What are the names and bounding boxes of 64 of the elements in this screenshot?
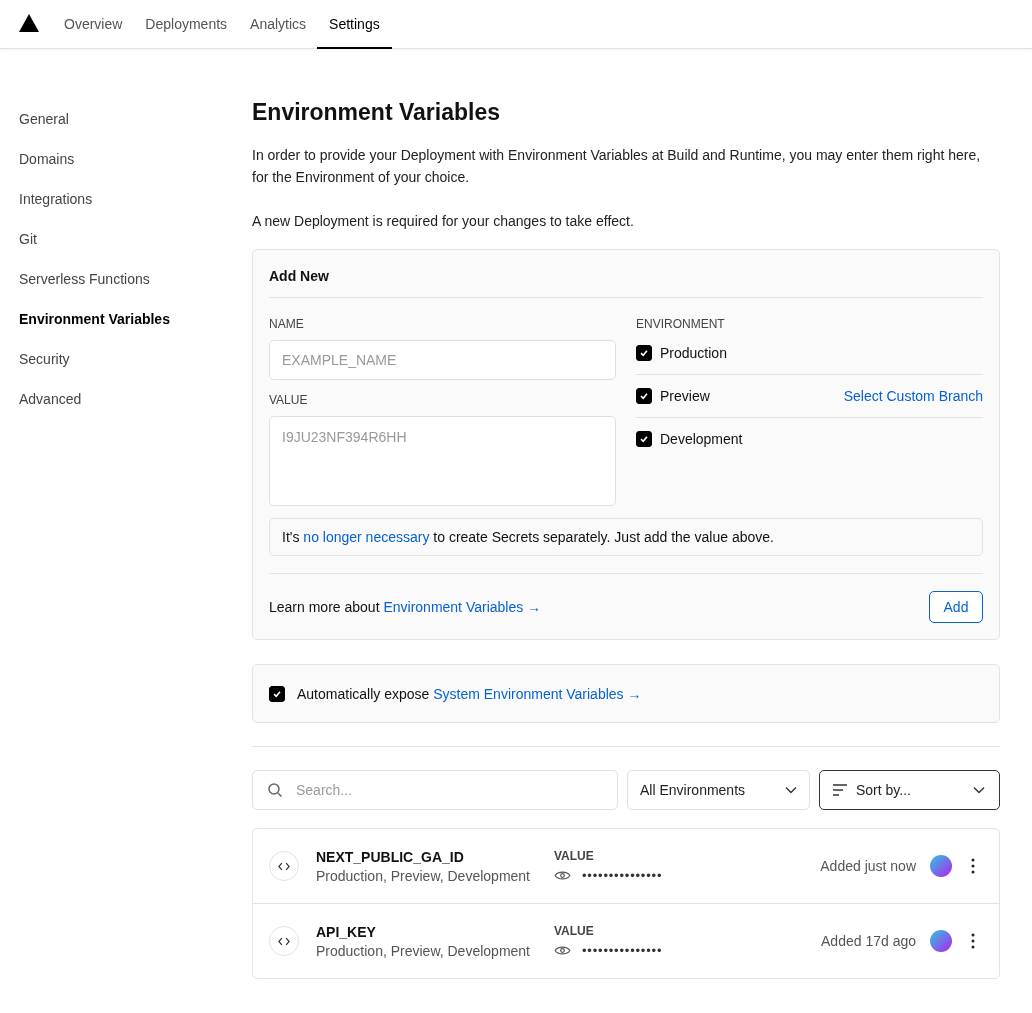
avatar [930, 930, 952, 952]
sidebar-item[interactable]: Advanced [19, 388, 252, 428]
secrets-notice: It's no longer necessary to create Secrets separately. Just add the value above. [269, 518, 983, 556]
checkbox[interactable] [636, 388, 652, 404]
sidebar-item[interactable]: Serverless Functions [19, 268, 252, 308]
checkmark-icon [639, 434, 649, 444]
checkmark-icon [272, 688, 282, 699]
checkbox-label: Production [660, 345, 727, 361]
sidebar-item[interactable]: Domains [19, 148, 252, 188]
checkbox-label: Development [660, 431, 743, 447]
variable-name: NEXT_PUBLIC_GA_ID [316, 848, 465, 865]
expose-label: Automatically expose System Environment Variables → [297, 685, 642, 702]
chevron-down-icon [973, 786, 985, 794]
docs-link[interactable]: Environment Variables → [383, 599, 542, 615]
more-options-icon[interactable] [971, 933, 975, 949]
name-input-field[interactable]: EXAMPLE_NAME [269, 340, 616, 380]
eye-icon[interactable] [554, 945, 571, 956]
deployment-note: A new Deployment is required for your changes to take effect. [252, 212, 635, 231]
add-button[interactable]: Add [929, 591, 983, 623]
system-vars-link[interactable]: System Environment Variables → [433, 685, 642, 702]
checkbox[interactable] [636, 345, 652, 361]
more-options-icon[interactable] [971, 858, 975, 874]
masked-value: ••••••••••••••• [582, 943, 663, 958]
sidebar-item[interactable]: Integrations [19, 188, 252, 228]
environment-dropdown[interactable]: All Environments [627, 770, 810, 810]
sidebar-item[interactable]: Security [19, 348, 252, 388]
added-time: Added just now [820, 858, 916, 874]
nav-tab[interactable]: Analytics [238, 0, 319, 49]
chevron-down-icon [785, 786, 797, 794]
field-label: VALUE [269, 393, 309, 407]
page-title: Environment Variables [252, 99, 501, 126]
field-label: ENVIRONMENT [636, 317, 726, 331]
value-label: VALUE [554, 924, 595, 938]
checkmark-icon [639, 391, 649, 401]
eye-icon[interactable] [554, 870, 571, 881]
sidebar-item[interactable]: General [19, 108, 252, 148]
select-branch-link[interactable]: Select Custom Branch [843, 388, 983, 404]
learn-more-text: Learn more about Environment Variables → [269, 599, 542, 615]
variable-environments: Production, Preview, Development [316, 867, 531, 884]
variable-name: API_KEY [316, 923, 377, 940]
checkbox[interactable] [636, 431, 652, 447]
nav-tab[interactable]: Overview [52, 0, 135, 49]
masked-value: ••••••••••••••• [582, 868, 663, 883]
triangle-logo-icon[interactable] [19, 14, 39, 32]
card-title: Add New [269, 250, 983, 298]
nav-tab[interactable]: Deployments [133, 0, 240, 49]
value-input-field[interactable]: I9JU23NF394R6HH [269, 416, 616, 506]
checkmark-icon [639, 348, 649, 358]
nav-tab[interactable]: Settings [317, 0, 392, 49]
value-label: VALUE [554, 849, 595, 863]
sort-lines-icon [832, 784, 848, 796]
sidebar-item[interactable]: Environment Variables [19, 308, 252, 348]
checkbox[interactable] [269, 685, 285, 702]
avatar [930, 855, 952, 877]
search-icon [267, 782, 283, 798]
sort-dropdown[interactable]: Sort by... [819, 770, 1000, 810]
added-time: Added 17d ago [821, 933, 916, 949]
search-field[interactable]: Search... [252, 770, 618, 810]
field-label: NAME [269, 317, 305, 331]
notice-link[interactable]: no longer necessary [303, 529, 430, 545]
variable-environments: Production, Preview, Development [316, 942, 531, 959]
sidebar-item[interactable]: Git [19, 228, 252, 268]
intro-text: In order to provide your Deployment with Environment Variables at Build and Runtime, you may enter them right here, for the Environment of your choice. [252, 146, 982, 187]
checkbox-label: Preview [660, 388, 710, 404]
